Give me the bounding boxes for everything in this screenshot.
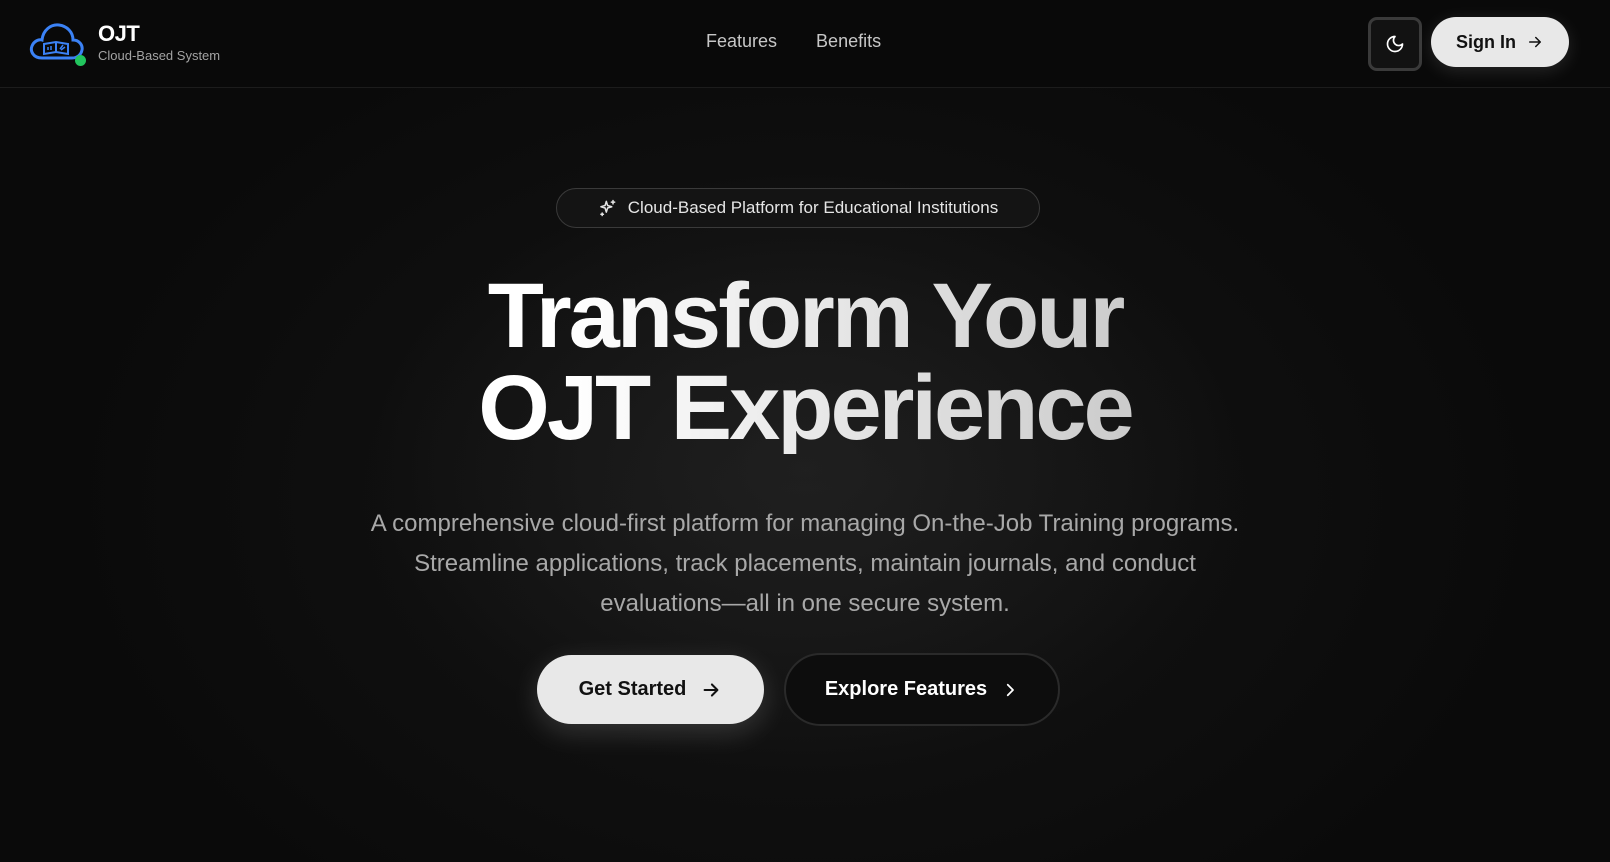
- get-started-label: Get Started: [578, 678, 687, 700]
- moon-icon: [1386, 35, 1404, 53]
- nav-link-features[interactable]: Features: [706, 31, 777, 52]
- brand[interactable]: OJT Cloud-Based System: [28, 20, 220, 66]
- brand-title: OJT: [98, 21, 140, 46]
- explore-features-button[interactable]: Explore Features: [784, 653, 1060, 726]
- hero-title: Transform Your OJT Experience: [0, 270, 1610, 454]
- sign-in-label: Sign In: [1456, 31, 1516, 52]
- hero-title-line-2: OJT Experience: [0, 362, 1610, 454]
- hero-title-line-1: Transform Your: [0, 270, 1610, 362]
- get-started-button[interactable]: Get Started: [537, 655, 764, 724]
- badge-text: Cloud-Based Platform for Educational Ins…: [627, 198, 999, 217]
- sparkles-icon: [599, 199, 616, 217]
- cloud-book-icon: [28, 20, 86, 66]
- theme-toggle-button[interactable]: [1368, 17, 1422, 71]
- arrow-right-icon: [1529, 36, 1541, 48]
- top-navbar: OJT Cloud-Based System Features Benefits…: [0, 0, 1610, 88]
- nav-link-benefits[interactable]: Benefits: [816, 31, 881, 52]
- explore-features-label: Explore Features: [824, 678, 988, 700]
- online-status-dot: [75, 55, 86, 66]
- chevron-right-icon: [1006, 683, 1015, 696]
- hero-description: A comprehensive cloud-first platform for…: [370, 510, 1240, 617]
- main-nav: Features Benefits: [706, 31, 881, 52]
- arrow-right-icon: [703, 682, 719, 697]
- sign-in-button[interactable]: Sign In: [1431, 17, 1569, 67]
- hero-badge: Cloud-Based Platform for Educational Ins…: [556, 188, 1040, 228]
- brand-subtitle: Cloud-Based System: [98, 48, 221, 63]
